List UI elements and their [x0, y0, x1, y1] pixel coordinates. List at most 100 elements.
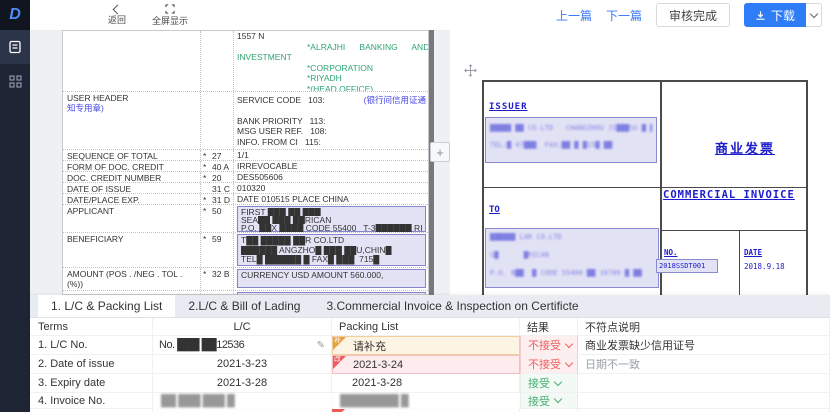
review-complete-button[interactable]: 审核完成 [656, 3, 730, 27]
swift-label [63, 31, 201, 91]
field-code: 31 D [212, 195, 233, 204]
packing-value-cell[interactable]: 改 2021-3-24 [332, 355, 520, 374]
topbar: 返回 全屏显示 上一篇 下一篇 审核完成 下载 [30, 0, 830, 31]
field-value: DES505606 [234, 172, 428, 182]
lc-value-cell[interactable]: No. ███ ██12536 ✎ [153, 336, 332, 355]
field-code: 32 B [212, 269, 233, 290]
swift-tag [201, 92, 234, 149]
lc-value-cell[interactable]: ██ ███ ███ █ [153, 393, 332, 409]
field-value: 010320 [234, 183, 428, 193]
bank-priority: BANK PRIORITY 113: [237, 116, 426, 127]
invoice-date-label: DATE [744, 248, 762, 257]
field-code: 59 [212, 234, 233, 267]
result-select[interactable]: 接受 [520, 393, 578, 409]
sidebar-item-documents[interactable] [0, 30, 30, 64]
issuer-highlight[interactable]: █████ ██ CO.LTD CHANGZHOU JI███SU █ ██ T… [485, 117, 657, 163]
field-label: APPLICANT [63, 205, 201, 232]
document-icon [8, 40, 22, 54]
lc-value-cell[interactable]: 2021-3-28 [153, 374, 332, 393]
invoice-title-en: COMMERCIAL INVOICE [663, 189, 795, 201]
table-row: 2. Date of issue 2021-3-23 改 2021-3-24 不… [30, 355, 830, 374]
invoice-no-highlight[interactable]: 2018SSDT001 [656, 259, 718, 273]
consignee-highlight[interactable]: ██████ LAR CO.LTD S█ █RICAN P.O. B██ █ C… [485, 228, 659, 288]
swift-field-row: DOC. CREDIT NUMBER *20 DES505606 [63, 171, 428, 182]
col-result: 结果 [520, 318, 578, 336]
swift-value: 1557 N *ALRAJHI BANKING AND INVESTMENT *… [234, 31, 428, 91]
invoice-date-value: 2018.9.18 [744, 262, 785, 271]
info-from-ci: INFO. FROM CI 115: [237, 137, 426, 148]
download-button[interactable]: 下载 [744, 3, 806, 27]
invoice-no-value: 2018SSDT001 [659, 262, 705, 270]
discrepancy-note[interactable]: 商业发票缺少信用证号 [578, 336, 830, 355]
field-label: FORM OF DOC. CREDIT [63, 161, 201, 171]
packing-value-cell[interactable]: ████████ █ [332, 393, 520, 409]
user-header-label: USER HEADER [67, 93, 198, 103]
lc-value-cell[interactable]: 2021-3-23 [153, 355, 332, 374]
download-icon [755, 10, 766, 21]
field-code: 20 [212, 173, 233, 182]
back-icon [112, 4, 122, 14]
issuer-label: ISSUER [489, 102, 528, 112]
swift-scrollbar[interactable] [429, 30, 434, 295]
field-label: DATE OF ISSUE [63, 183, 201, 193]
beneficiary-highlight[interactable]: T██ █████ ██R CO.LTD ██████ ANGZHO█ ███ … [237, 234, 426, 266]
col-terms: Terms [30, 318, 153, 336]
field-label: BENEFICIARY [63, 233, 201, 267]
chevron-down-icon [809, 10, 817, 18]
sidebar-item-apps[interactable] [0, 64, 30, 98]
discrepancy-note[interactable] [578, 393, 830, 409]
beneficiary-row: BENEFICIARY *59 T██ █████ ██R CO.LTD ███… [63, 232, 428, 267]
sidebar: D [0, 0, 30, 412]
result-select[interactable]: 不接受 [520, 336, 578, 355]
field-label: SEQUENCE OF TOTAL [63, 150, 201, 160]
panel-expand-button[interactable]: + [430, 142, 450, 162]
tab-lc-bill-of-lading[interactable]: 2.L/C & Bill of Lading [175, 295, 313, 317]
field-value: T██ █████ ██R CO.LTD ██████ ANGZHO█ ███ … [234, 233, 428, 267]
applicant-highlight[interactable]: FIRST ███ ██ ███ SEA██ ███ ██RICAN P.O. … [237, 206, 426, 232]
term-label: 4. Invoice No. [30, 393, 153, 409]
next-article-link[interactable]: 下一篇 [606, 7, 642, 24]
tabs-spacer [30, 295, 38, 317]
field-star: * [201, 269, 212, 290]
seal-annotation: 知专用章) [67, 103, 198, 113]
fullscreen-button[interactable]: 全屏显示 [152, 4, 188, 26]
table-row: 1. L/C No. No. ███ ██12536 ✎ 补 请补充 不接受 商… [30, 336, 830, 355]
swift-label: USER HEADER 知专用章) [63, 92, 201, 149]
field-code: 27 [212, 151, 233, 160]
edit-pencil-icon[interactable]: ✎ [317, 340, 325, 351]
field-label: AMOUNT (POS . /NEG . TOL . (%)) [63, 268, 201, 290]
service-code: SERVICE CODE 103: [237, 95, 325, 106]
move-handle-icon[interactable] [464, 64, 477, 77]
msg-type: 1557 N [237, 31, 426, 42]
field-star: * [201, 206, 212, 232]
discrepancy-note[interactable]: 日期不一致 [578, 355, 830, 374]
packing-value-cell[interactable]: 2021-3-28 [332, 374, 520, 393]
result-select[interactable]: 不接受 [520, 355, 578, 374]
tab-commercial-invoice-inspection[interactable]: 3.Commercial Invoice & Inspection on Cer… [313, 295, 591, 317]
prev-article-link[interactable]: 上一篇 [556, 7, 592, 24]
amount-highlight[interactable]: CURRENCY USD AMOUNT 560.000, [237, 269, 426, 288]
field-star: * [201, 173, 212, 182]
issuing-bank-line: *RIYADH [237, 73, 426, 84]
amount-row: AMOUNT (POS . /NEG . TOL . (%)) *32 B CU… [63, 267, 428, 290]
invoice-no-label: NO. [664, 248, 678, 257]
app-logo-letter: D [9, 6, 21, 24]
download-dropdown-button[interactable] [806, 3, 822, 27]
back-button[interactable]: 返回 [108, 6, 126, 25]
chevron-down-icon [565, 358, 573, 366]
packing-value-cell[interactable]: 补 请补充 [332, 336, 520, 355]
table-row: 3. Expiry date 2021-3-28 2021-3-28 接受 [30, 374, 830, 393]
result-select[interactable]: 接受 [520, 374, 578, 393]
app-logo[interactable]: D [0, 0, 30, 30]
tab-lc-packing-list[interactable]: 1. L/C & Packing List [38, 295, 175, 317]
swift-field-row: SEQUENCE OF TOTAL *27 1/1 [63, 149, 428, 160]
discrepancy-note[interactable] [578, 374, 830, 393]
field-value: IRREVOCABLE [234, 161, 428, 171]
chevron-down-icon [565, 339, 573, 347]
msg-user-ref: MSG USER REF. 108: [237, 126, 426, 137]
download-split-button: 下载 [744, 3, 822, 27]
topbar-actions: 上一篇 下一篇 审核完成 下载 [556, 3, 830, 27]
field-code: 50 [212, 206, 233, 232]
applicant-row: APPLICANT *50 FIRST ███ ██ ███ SEA██ ███… [63, 204, 428, 232]
col-packing-list: Packing List [332, 318, 520, 336]
